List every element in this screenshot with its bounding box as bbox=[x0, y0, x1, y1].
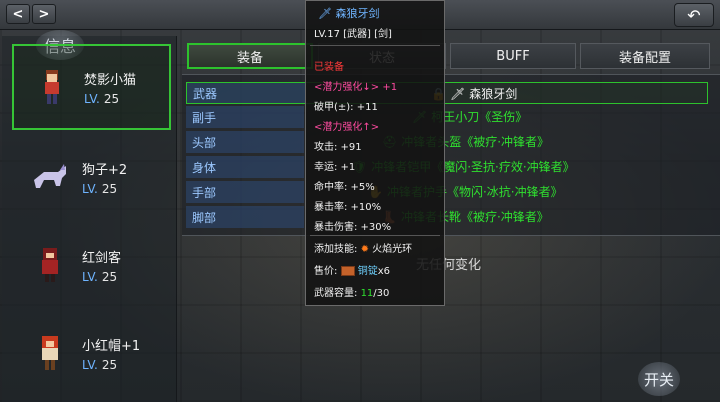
tooltip-line: 暴击率: +10% bbox=[314, 202, 382, 213]
prev-button[interactable]: < bbox=[6, 4, 30, 24]
slot-label: 武器 bbox=[187, 83, 305, 103]
slot-row-body[interactable]: 身体 🛡冲锋者铠甲《魔闪·圣抗·疗效·冲锋者》 bbox=[186, 156, 708, 178]
fire-icon: ✹ bbox=[360, 244, 369, 255]
tooltip-line: 幸运: +1 bbox=[314, 162, 356, 173]
tooltip-equipped: 已装备 bbox=[314, 62, 344, 73]
copper-ingot-icon bbox=[340, 266, 355, 276]
tooltip-line: 暴击伤害: +30% bbox=[314, 222, 392, 233]
red-hood-sprite-icon bbox=[28, 331, 72, 375]
slot-label: 脚部 bbox=[186, 206, 304, 228]
sword-icon: 🗡 bbox=[318, 7, 332, 20]
slot-row-offhand[interactable]: 副手 🗡柯王小刀《圣伤》 bbox=[186, 106, 708, 128]
character-card-4[interactable]: 小红帽+1 LV. 25 bbox=[12, 310, 171, 396]
slot-label: 头部 bbox=[186, 131, 304, 153]
sword-icon: 🗡 bbox=[449, 87, 466, 101]
tab-equipment-config[interactable]: 装备配置 bbox=[580, 43, 710, 69]
back-arrow-icon: ↶ bbox=[687, 5, 701, 25]
slot-label: 副手 bbox=[186, 106, 304, 128]
character-name: 红剑客 bbox=[82, 250, 122, 266]
slot-row-head[interactable]: 头部 ⛑冲锋者头盔《被疗·冲锋者》 bbox=[186, 131, 708, 153]
character-card-1[interactable]: 焚影小猫 LV. 25 bbox=[12, 44, 171, 130]
slot-label: 身体 bbox=[186, 156, 304, 178]
slot-label: 手部 bbox=[186, 181, 304, 203]
character-card-3[interactable]: 红剑客 LV. 25 bbox=[12, 222, 171, 308]
tooltip-meta: LV.17 [武器] [剑] bbox=[314, 29, 392, 40]
tab-equipment[interactable]: 装备 bbox=[187, 43, 313, 69]
item-tooltip: 🗡 森狼牙剑 LV.17 [武器] [剑] 已装备 <潜力强化↓> +1 破甲(… bbox=[305, 0, 445, 306]
back-button[interactable]: ↶ bbox=[674, 3, 714, 27]
tooltip-line: <潜力强化↓> +1 bbox=[314, 82, 398, 93]
character-sprite-icon bbox=[30, 65, 74, 109]
swordsman-sprite-icon bbox=[28, 243, 72, 287]
character-level: LV. 25 bbox=[82, 181, 118, 196]
tooltip-line: <潜力强化↑> bbox=[314, 122, 380, 133]
tooltip-capacity: 武器容量: 11/30 bbox=[314, 288, 390, 299]
character-level: LV. 25 bbox=[84, 91, 120, 106]
wolf-sprite-icon bbox=[28, 155, 72, 199]
tab-buff[interactable]: BUFF bbox=[450, 43, 576, 69]
next-button[interactable]: > bbox=[32, 4, 56, 24]
character-level: LV. 25 bbox=[82, 269, 118, 284]
slot-row-feet[interactable]: 脚部 👢冲锋者长靴《被疗·冲锋者》 bbox=[186, 206, 708, 228]
character-name: 狗子+2 bbox=[82, 162, 128, 178]
tooltip-line: 攻击: +91 bbox=[314, 142, 362, 153]
toggle-button[interactable]: 开关 bbox=[638, 362, 680, 396]
tooltip-price: 售价: 铜锭x6 bbox=[314, 266, 391, 277]
character-name: 焚影小猫 bbox=[84, 72, 137, 88]
tooltip-skill: 添加技能: ✹ 火焰光环 bbox=[314, 244, 413, 255]
tooltip-line: 破甲(±): +11 bbox=[314, 102, 378, 113]
tooltip-item-name: 🗡 森狼牙剑 bbox=[318, 7, 380, 20]
character-name: 小红帽+1 bbox=[82, 338, 141, 354]
tooltip-line: 命中率: +5% bbox=[314, 182, 375, 193]
slot-row-hands[interactable]: 手部 ✋冲锋者护手《物闪·冰抗·冲锋者》 bbox=[186, 181, 708, 203]
character-panel: 信息 焚影小猫 LV. 25 狗子+2 LV. 25 红剑客 LV. 25 小红… bbox=[2, 30, 177, 402]
character-card-2[interactable]: 狗子+2 LV. 25 bbox=[12, 134, 171, 220]
slot-row-weapon[interactable]: 武器 🔒🗡森狼牙剑 bbox=[186, 82, 708, 104]
character-level: LV. 25 bbox=[82, 357, 118, 372]
